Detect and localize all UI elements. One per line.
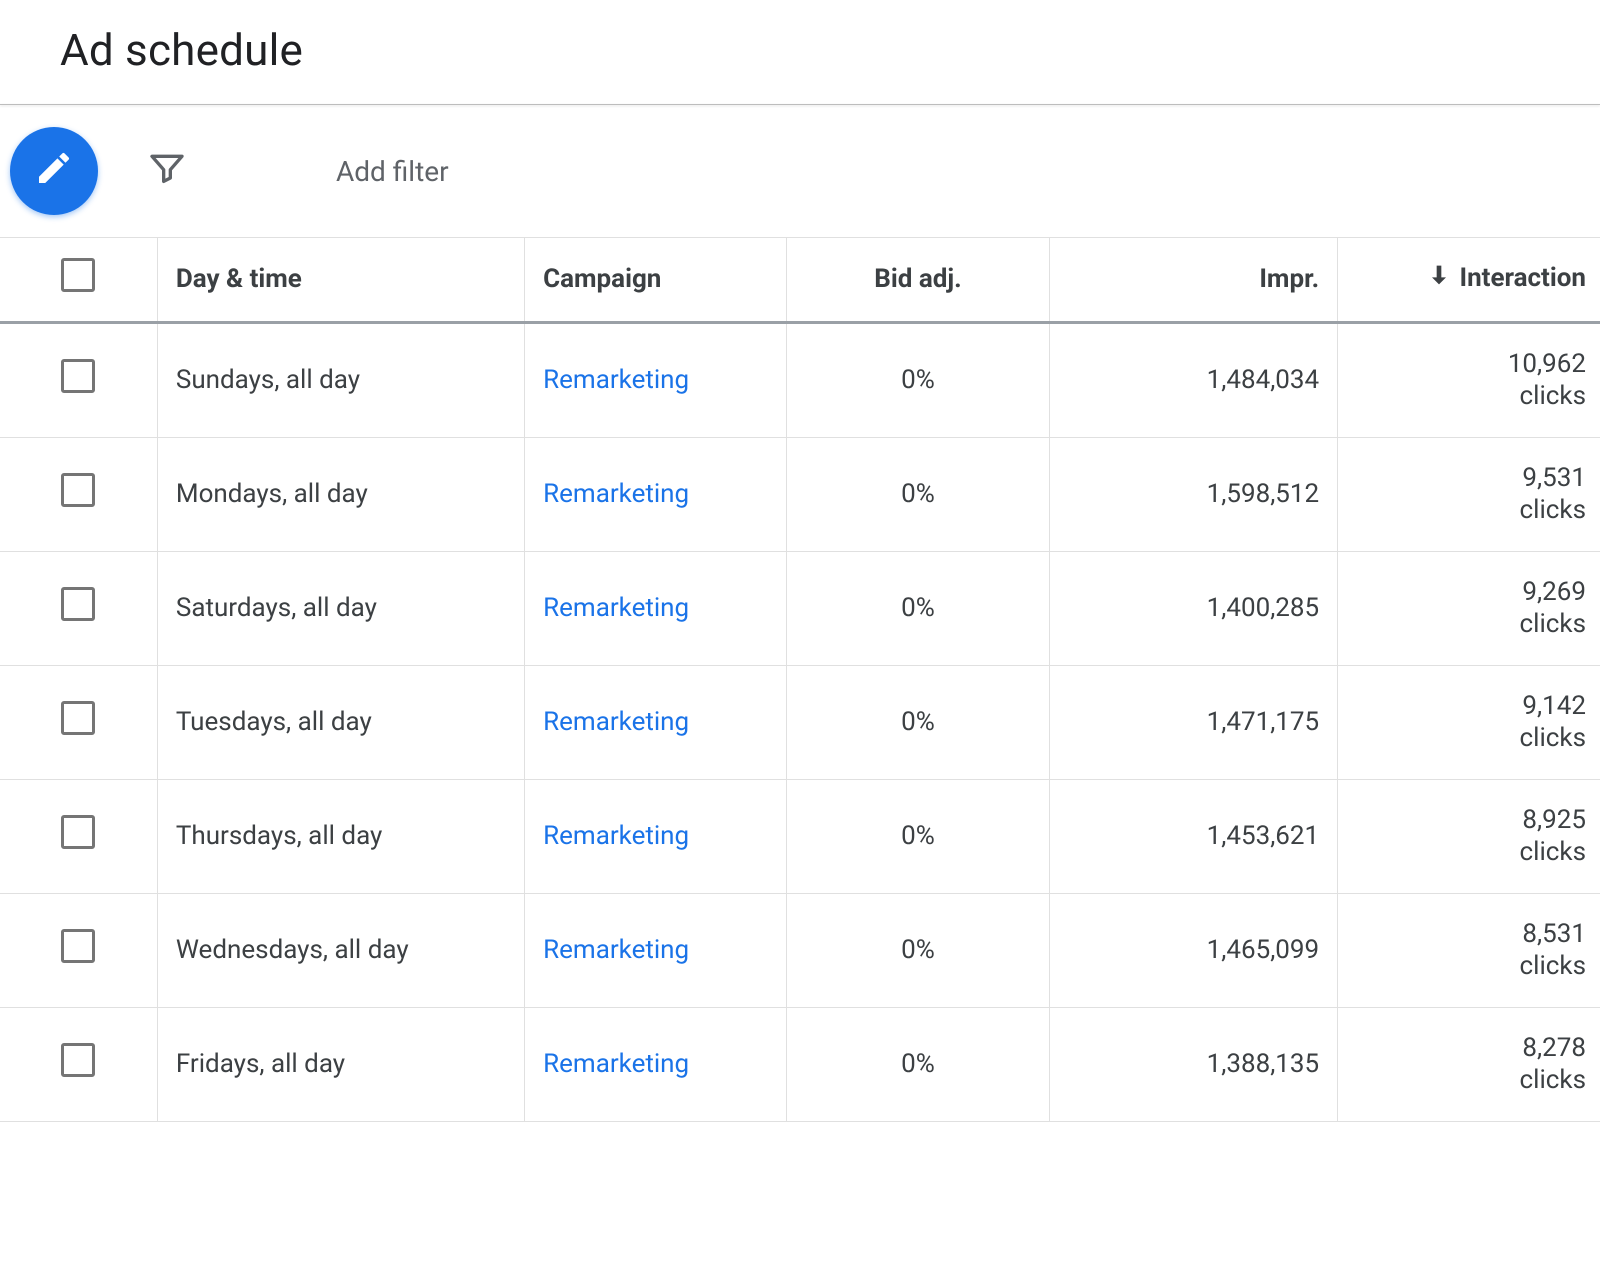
filter-button[interactable]	[143, 148, 191, 194]
cell-bid-adj: 0%	[787, 322, 1049, 437]
toolbar: Add filter	[0, 105, 1600, 237]
row-checkbox[interactable]	[61, 1043, 95, 1077]
cell-campaign: Remarketing	[525, 779, 787, 893]
cell-interaction: 9,531clicks	[1338, 437, 1600, 551]
campaign-link[interactable]: Remarketing	[543, 1049, 689, 1079]
cell-interaction: 8,278clicks	[1338, 1007, 1600, 1121]
cell-day-time: Tuesdays, all day	[157, 665, 524, 779]
header-campaign[interactable]: Campaign	[525, 238, 787, 323]
row-checkbox[interactable]	[61, 587, 95, 621]
row-checkbox-cell	[0, 1007, 157, 1121]
cell-impr: 1,598,512	[1049, 437, 1338, 551]
row-checkbox[interactable]	[61, 701, 95, 735]
cell-campaign: Remarketing	[525, 437, 787, 551]
cell-impr: 1,465,099	[1049, 893, 1338, 1007]
cell-bid-adj: 0%	[787, 779, 1049, 893]
cell-impr: 1,471,175	[1049, 665, 1338, 779]
header-impr[interactable]: Impr.	[1049, 238, 1338, 323]
cell-bid-adj: 0%	[787, 893, 1049, 1007]
interaction-unit: clicks	[1356, 494, 1586, 527]
table-row: Thursdays, all day Remarketing 0%1,453,621…	[0, 779, 1600, 893]
cell-day-time: Sundays, all day	[157, 322, 524, 437]
add-filter-button[interactable]: Add filter	[236, 155, 449, 188]
cell-impr: 1,453,621	[1049, 779, 1338, 893]
cell-interaction: 9,269clicks	[1338, 551, 1600, 665]
cell-bid-adj: 0%	[787, 551, 1049, 665]
header-bid-adj[interactable]: Bid adj.	[787, 238, 1049, 323]
header-interaction[interactable]: Interaction	[1338, 238, 1600, 323]
cell-day-time: Wednesdays, all day	[157, 893, 524, 1007]
row-checkbox-cell	[0, 551, 157, 665]
header-interaction-label: Interaction	[1459, 263, 1586, 293]
campaign-link[interactable]: Remarketing	[543, 365, 689, 395]
campaign-link[interactable]: Remarketing	[543, 479, 689, 509]
row-checkbox-cell	[0, 322, 157, 437]
row-checkbox[interactable]	[61, 359, 95, 393]
campaign-link[interactable]: Remarketing	[543, 707, 689, 737]
cell-campaign: Remarketing	[525, 551, 787, 665]
interaction-value: 8,531	[1356, 918, 1586, 951]
cell-bid-adj: 0%	[787, 1007, 1049, 1121]
interaction-unit: clicks	[1356, 380, 1586, 413]
interaction-value: 8,925	[1356, 804, 1586, 837]
cell-impr: 1,484,034	[1049, 322, 1338, 437]
cell-campaign: Remarketing	[525, 1007, 787, 1121]
sort-descending-icon	[1425, 261, 1453, 298]
row-checkbox-cell	[0, 779, 157, 893]
cell-campaign: Remarketing	[525, 322, 787, 437]
row-checkbox-cell	[0, 437, 157, 551]
cell-bid-adj: 0%	[787, 665, 1049, 779]
filter-icon	[147, 148, 187, 194]
row-checkbox[interactable]	[61, 815, 95, 849]
cell-day-time: Mondays, all day	[157, 437, 524, 551]
table-row: Wednesdays, all day Remarketing 0%1,465,09…	[0, 893, 1600, 1007]
table-row: Mondays, all dayRemarketing0%1,598,5129,…	[0, 437, 1600, 551]
interaction-unit: clicks	[1356, 836, 1586, 869]
table-row: Fridays, all dayRemarketing0%1,388,1358,…	[0, 1007, 1600, 1121]
row-checkbox-cell	[0, 665, 157, 779]
campaign-link[interactable]: Remarketing	[543, 935, 689, 965]
select-all-checkbox[interactable]	[61, 258, 95, 292]
page-title: Ad schedule	[0, 0, 1600, 104]
cell-campaign: Remarketing	[525, 665, 787, 779]
row-checkbox-cell	[0, 893, 157, 1007]
row-checkbox[interactable]	[61, 473, 95, 507]
interaction-value: 8,278	[1356, 1032, 1586, 1065]
interaction-value: 9,269	[1356, 576, 1586, 609]
interaction-unit: clicks	[1356, 608, 1586, 641]
header-select-all	[0, 238, 157, 323]
cell-interaction: 10,962clicks	[1338, 322, 1600, 437]
pencil-icon	[34, 148, 74, 194]
cell-day-time: Saturdays, all day	[157, 551, 524, 665]
table-header-row: Day & time Campaign Bid adj. Impr. Inter…	[0, 238, 1600, 323]
interaction-unit: clicks	[1356, 722, 1586, 755]
cell-campaign: Remarketing	[525, 893, 787, 1007]
interaction-value: 9,142	[1356, 690, 1586, 723]
campaign-link[interactable]: Remarketing	[543, 593, 689, 623]
cell-interaction: 9,142clicks	[1338, 665, 1600, 779]
interaction-value: 9,531	[1356, 462, 1586, 495]
cell-bid-adj: 0%	[787, 437, 1049, 551]
cell-interaction: 8,531clicks	[1338, 893, 1600, 1007]
header-day-time[interactable]: Day & time	[157, 238, 524, 323]
edit-button[interactable]	[10, 127, 98, 215]
schedule-table: Day & time Campaign Bid adj. Impr. Inter…	[0, 237, 1600, 1122]
cell-day-time: Thursdays, all day	[157, 779, 524, 893]
interaction-unit: clicks	[1356, 950, 1586, 983]
table-row: Saturdays, all day Remarketing 0%1,400,285…	[0, 551, 1600, 665]
table-row: Sundays, all dayRemarketing0%1,484,03410…	[0, 322, 1600, 437]
cell-impr: 1,400,285	[1049, 551, 1338, 665]
cell-interaction: 8,925clicks	[1338, 779, 1600, 893]
cell-day-time: Fridays, all day	[157, 1007, 524, 1121]
campaign-link[interactable]: Remarketing	[543, 821, 689, 851]
table-row: Tuesdays, all dayRemarketing0%1,471,1759…	[0, 665, 1600, 779]
interaction-value: 10,962	[1356, 348, 1586, 381]
interaction-unit: clicks	[1356, 1064, 1586, 1097]
cell-impr: 1,388,135	[1049, 1007, 1338, 1121]
row-checkbox[interactable]	[61, 929, 95, 963]
